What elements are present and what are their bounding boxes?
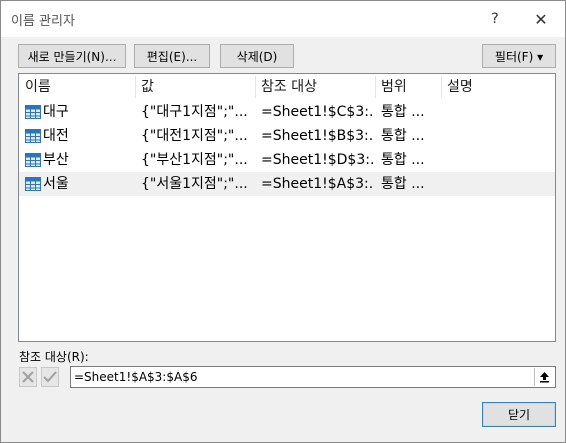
x-icon: [22, 371, 34, 383]
row-scope: 통합 ...: [381, 152, 425, 168]
check-icon: [43, 371, 57, 383]
names-list[interactable]: 이름 값 참조 대상 범위 설명 대구 {"대구1지점";"... =Sheet…: [18, 73, 556, 342]
confirm-edit-button[interactable]: [41, 367, 59, 387]
table-icon: [25, 153, 41, 167]
row-comment: [447, 124, 547, 148]
row-scope: 통합 ...: [381, 128, 425, 144]
row-value: {"대전1지점";"...: [141, 128, 248, 144]
row-value: {"서울1지점";"...: [141, 176, 248, 192]
new-button[interactable]: 새로 만들기(N)...: [18, 44, 126, 68]
row-name: 대전: [43, 128, 69, 144]
column-header-scope[interactable]: 범위: [375, 74, 441, 100]
row-value: {"부산1지점";"...: [141, 152, 248, 168]
row-refers-to: =Sheet1!$A$3:...: [261, 176, 373, 192]
row-refers-to: =Sheet1!$C$3:...: [261, 104, 373, 120]
edit-button[interactable]: 편집(E)...: [134, 44, 210, 68]
refers-to-label: 참조 대상(R):: [19, 350, 89, 364]
dialog-title: 이름 관리자: [11, 14, 75, 29]
filter-button[interactable]: 필터(F) ▾: [482, 44, 556, 68]
table-icon: [25, 177, 41, 191]
title-bar: 이름 관리자 ? ✕: [1, 1, 565, 37]
list-header: 이름 값 참조 대상 범위 설명: [19, 74, 555, 100]
help-button[interactable]: ?: [475, 6, 515, 32]
column-header-refers-to[interactable]: 참조 대상: [255, 74, 375, 100]
delete-button[interactable]: 삭제(D): [220, 44, 294, 68]
table-row[interactable]: 대구 {"대구1지점";"... =Sheet1!$C$3:... 통합 ...: [19, 100, 555, 124]
column-header-name[interactable]: 이름: [19, 74, 135, 100]
table-row-selected[interactable]: 서울 {"서울1지점";"... =Sheet1!$A$3:... 통합 ...: [19, 172, 555, 196]
table-icon: [25, 129, 41, 143]
row-refers-to: =Sheet1!$B$3:...: [261, 128, 373, 144]
close-button[interactable]: 닫기: [482, 402, 556, 427]
column-header-value[interactable]: 값: [135, 74, 255, 100]
row-name: 대구: [43, 104, 69, 120]
refers-to-value: =Sheet1!$A$3:$A$6: [74, 370, 198, 384]
row-scope: 통합 ...: [381, 176, 425, 192]
row-scope: 통합 ...: [381, 104, 425, 120]
row-value: {"대구1지점";"...: [141, 104, 248, 120]
name-manager-dialog: 이름 관리자 ? ✕ 새로 만들기(N)... 편집(E)... 삭제(D) 필…: [0, 0, 566, 443]
column-header-comment[interactable]: 설명: [441, 74, 551, 100]
row-refers-to: =Sheet1!$D$3:...: [261, 152, 373, 168]
row-comment: [447, 100, 547, 124]
table-icon: [25, 105, 41, 119]
row-name: 서울: [43, 176, 69, 192]
row-comment: [447, 172, 547, 196]
refers-to-input[interactable]: =Sheet1!$A$3:$A$6: [70, 366, 556, 388]
close-icon[interactable]: ✕: [521, 6, 561, 32]
row-name: 부산: [43, 152, 69, 168]
table-row[interactable]: 대전 {"대전1지점";"... =Sheet1!$B$3:... 통합 ...: [19, 124, 555, 148]
table-row[interactable]: 부산 {"부산1지점";"... =Sheet1!$D$3:... 통합 ...: [19, 148, 555, 172]
collapse-arrow-icon: [539, 372, 549, 383]
cancel-edit-button[interactable]: [19, 367, 37, 387]
collapse-dialog-button[interactable]: [534, 368, 553, 386]
row-comment: [447, 148, 547, 172]
